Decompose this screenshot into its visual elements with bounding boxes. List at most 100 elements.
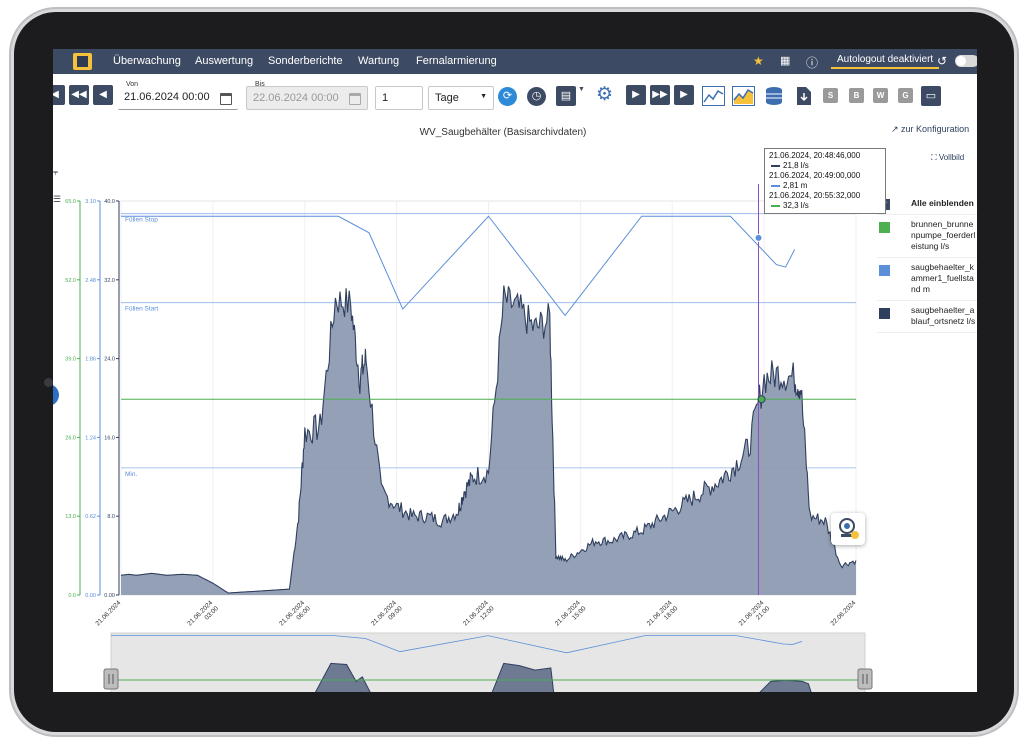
period-unit-value: Tage (435, 92, 459, 104)
legend-item-label: saugbehaelter_kammer1_fuellstand m (911, 262, 974, 294)
y-tick-label: 32.0 (104, 278, 115, 284)
tooltip-time-3: 21.06.2024, 20:55:32,000 (769, 191, 861, 200)
navigator-handle (103, 668, 119, 690)
chevron-down-icon: ▼ (480, 93, 487, 100)
y-tick-label: 26.0 (65, 435, 76, 441)
webcam-settings-icon (839, 518, 859, 539)
y-tick-label: 40.0 (104, 199, 115, 205)
step-back-button[interactable]: ◀ (93, 85, 113, 105)
letter-button-b[interactable]: B (849, 88, 864, 103)
help-icon[interactable]: ⓘ (806, 54, 818, 71)
export-download-icon[interactable] (795, 86, 813, 106)
chart-svg[interactable]: 0.0 13.0 26.0 39.0 52.0 65.0 0.00 0.62 1.24 1.86 2… (53, 144, 873, 692)
nav-item-sonderberichte[interactable]: Sonderberichte (268, 55, 343, 67)
nav-item-ueberwachung[interactable]: Überwachung (113, 55, 181, 67)
database-icon[interactable] (764, 86, 784, 106)
nav-item-auswertung[interactable]: Auswertung (195, 55, 253, 67)
calendar-dropdown-icon[interactable]: ▼ (578, 86, 585, 93)
threshold-label: Min. (125, 471, 137, 478)
letter-button-s[interactable]: S (823, 88, 838, 103)
chart-area: 0.0 13.0 26.0 39.0 52.0 65.0 0.00 0.62 1.24 1.86 2… (53, 144, 873, 692)
y-tick-label: 1.86 (85, 357, 96, 363)
x-tick-label-group: 21.06.202406:00 (278, 599, 312, 627)
refresh-icon[interactable]: ⟳ (498, 87, 517, 106)
x-tick-label: 22.06.2024 (829, 599, 857, 627)
tooltip-value-1-text: 21,8 l/s (783, 161, 809, 170)
threshold-label: Füllen Start (125, 306, 158, 313)
threshold-label: Füllen Stop (125, 217, 158, 224)
y-tick-label: 0.0 (68, 593, 76, 599)
history-icon[interactable]: ↺ (937, 54, 947, 68)
letter-button-g[interactable]: G (898, 88, 913, 103)
letter-button-w[interactable]: W (873, 88, 888, 103)
qr-code-icon[interactable]: ▦ (780, 54, 790, 67)
legend-show-all[interactable]: ✓ Alle einblenden (877, 194, 977, 215)
tooltip-value-3-text: 32,3 l/s (783, 201, 809, 210)
x-tick-label-group: 21.06.202409:00 (370, 599, 404, 627)
autologout-badge[interactable]: Autologout deaktiviert (831, 52, 940, 69)
y-tick-label: 0.00 (104, 593, 115, 599)
fullscreen-label: Vollbild (938, 153, 965, 162)
settings-gear-icon[interactable]: ⚙ (596, 85, 613, 105)
app-logo-icon[interactable] (73, 53, 92, 70)
x-tick-label: 21.06.2024 (94, 599, 122, 627)
x-tick-label-group: 22.06.2024 (829, 599, 857, 627)
skip-forward-button[interactable]: ▶ (674, 85, 694, 105)
period-unit-select[interactable]: Tage ▼ (428, 86, 494, 110)
y-tick-label: 13.0 (65, 514, 76, 520)
tooltip-value-1: 21,8 l/s (769, 161, 881, 171)
navigator-background (110, 632, 866, 692)
area-chart-icon[interactable] (732, 86, 755, 106)
tooltip-time-1: 21.06.2024, 20:48:46,000 (769, 151, 861, 160)
calendar-menu-icon[interactable]: ▤ (556, 86, 576, 106)
y-tick-label: 2.48 (85, 278, 96, 284)
y-tick-label: 3.10 (85, 199, 96, 205)
x-tick-label-group: 21.06.2024 (94, 599, 122, 627)
y-tick-label: 8.0 (107, 514, 115, 520)
x-tick-label-group: 21.06.202415:00 (554, 599, 588, 627)
config-link-label: zur Konfiguration (901, 124, 970, 134)
y-tick-label: 39.0 (65, 357, 76, 363)
nav-item-wartung[interactable]: Wartung (358, 55, 399, 67)
cursor-point-fuellstand (754, 233, 763, 242)
legend-item-brunnen[interactable]: brunnen_brunnenpumpe_foerderleistung l/s (877, 215, 977, 258)
toolbar: ◀ ◀◀ ◀ Von 21.06.2024 00:00 Bis 22.06.20… (53, 74, 977, 120)
comment-icon[interactable]: ▭ (921, 86, 941, 106)
x-tick-label-group: 21.06.202421:00 (738, 599, 772, 627)
legend-swatch-navy (879, 308, 890, 319)
nav-item-fernalarmierung[interactable]: Fernalarmierung (416, 55, 497, 67)
legend-item-ablauf[interactable]: saugbehaelter_ablauf_ortsnetz l/s (877, 301, 977, 333)
y-tick-label: 16.0 (104, 435, 115, 441)
skip-back-button[interactable]: ◀ (53, 85, 65, 105)
period-count-input[interactable]: 1 (375, 86, 423, 110)
tooltip-value-2-text: 2,81 m (783, 181, 808, 190)
tooltip-value-3: 32,3 l/s (769, 201, 881, 211)
fullscreen-button[interactable]: ⛶ Vollbild (931, 153, 964, 163)
cursor-point-foerderleistung (757, 395, 766, 404)
x-tick-label-group: 21.06.202418:00 (646, 599, 680, 627)
navigator-handle (857, 668, 873, 690)
line-chart-icon[interactable] (702, 86, 725, 106)
y-tick-label: 1.24 (85, 435, 96, 441)
legend-swatch-blue (879, 265, 890, 276)
x-tick-label-group: 21.06.202403:00 (186, 599, 220, 627)
favorite-star-icon[interactable]: ★ (753, 54, 764, 68)
camera-dot (44, 378, 53, 387)
config-link[interactable]: ↗ zur Konfiguration (891, 124, 969, 135)
tooltip-time-2: 21.06.2024, 20:49:00,000 (769, 171, 861, 180)
legend-item-fuellstand[interactable]: saugbehaelter_kammer1_fuellstand m (877, 258, 977, 301)
play-button[interactable]: ▶ (626, 85, 646, 105)
y-tick-label: 52.0 (65, 278, 76, 284)
fast-back-button[interactable]: ◀◀ (69, 85, 89, 105)
bis-calendar-icon (349, 93, 361, 105)
chart-annotation-button[interactable] (831, 513, 865, 545)
chart-title: WV_Saugbehälter (Basisarchivdaten) (419, 127, 587, 138)
von-calendar-icon[interactable] (220, 93, 232, 105)
fast-forward-button[interactable]: ▶▶ (650, 85, 670, 105)
theme-toggle[interactable] (955, 55, 977, 67)
y-tick-label: 24.0 (104, 357, 115, 363)
legend-swatch-green (879, 222, 890, 233)
legend-item-label: saugbehaelter_ablauf_ortsnetz l/s (911, 305, 976, 326)
clock-lock-icon[interactable]: ◷ (527, 87, 546, 106)
y-tick-label: 65.0 (65, 199, 76, 205)
